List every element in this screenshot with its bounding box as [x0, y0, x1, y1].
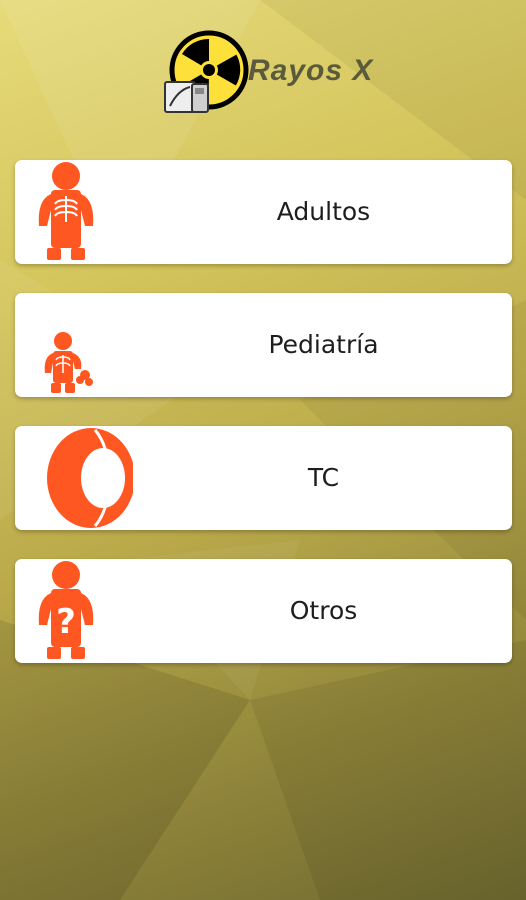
question-figure-icon: ? [38, 561, 94, 659]
menu-item-label: Pediatría [268, 330, 379, 359]
ct-scanner-icon [47, 428, 133, 528]
app-header: Rayos X [0, 30, 526, 120]
app-title: Rayos X [248, 54, 374, 87]
svg-text:?: ? [56, 602, 76, 642]
menu-item-adultos[interactable]: Adultos [15, 160, 512, 264]
menu-item-label: Otros [289, 596, 358, 625]
menu-item-tc[interactable]: TC [15, 426, 512, 530]
adult-xray-icon [38, 162, 94, 260]
child-xray-icon [44, 332, 93, 393]
menu-item-otros[interactable]: ? Otros [15, 559, 512, 663]
radiation-xray-logo-icon [164, 30, 249, 113]
menu-item-pediatria[interactable]: Pediatría [15, 293, 512, 397]
menu-item-label: TC [307, 463, 340, 492]
menu-item-label: Adultos [276, 197, 371, 226]
